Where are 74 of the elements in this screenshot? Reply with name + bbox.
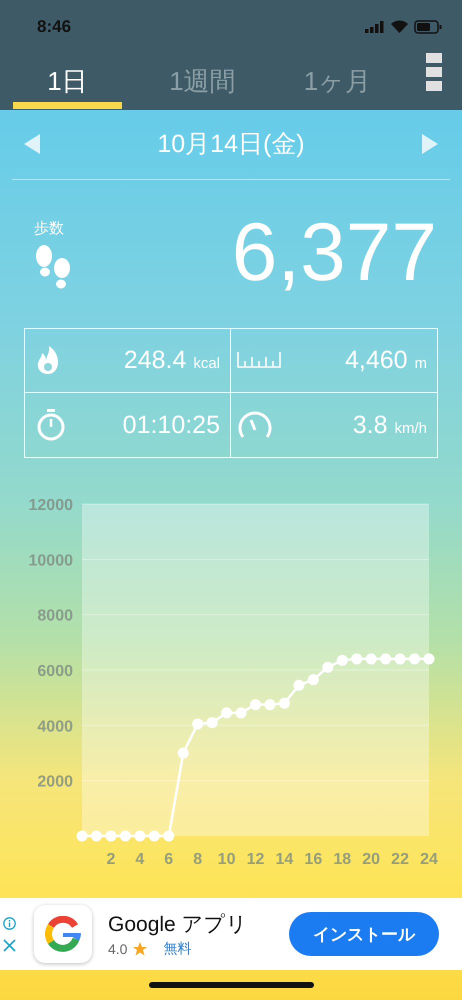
step-count: 6,377 — [232, 206, 437, 300]
speedometer-icon — [237, 411, 273, 440]
data-point — [278, 698, 290, 709]
data-point — [105, 830, 116, 842]
axis-label: 2 — [106, 851, 116, 868]
stat-value: 248.4 kcal — [124, 346, 220, 375]
home-indicator[interactable] — [148, 982, 314, 988]
data-point — [394, 654, 406, 665]
axis-label: 2000 — [37, 774, 73, 791]
data-point — [192, 718, 204, 730]
data-point — [120, 830, 131, 842]
axis-label: 10 — [218, 851, 236, 868]
axis-label: 14 — [276, 851, 294, 868]
ad-title: Google アプリ — [108, 912, 248, 938]
axis-label: 10000 — [28, 552, 73, 570]
signal-icon — [365, 21, 385, 33]
data-point — [76, 830, 88, 842]
stat-value: 3.8 km/h — [352, 410, 427, 440]
data-point — [250, 699, 261, 710]
data-point — [221, 708, 232, 719]
previous-arrow-icon[interactable] — [24, 134, 40, 154]
ruler-icon — [237, 352, 281, 368]
axis-label: 12000 — [28, 497, 73, 514]
axis-label: 12 — [246, 851, 264, 868]
data-point — [90, 830, 102, 842]
data-point — [424, 654, 434, 665]
next-arrow-icon[interactable] — [422, 134, 438, 154]
data-point — [409, 654, 420, 665]
footsteps-icon — [34, 244, 72, 290]
axis-label: 24 — [420, 851, 438, 868]
data-point — [380, 654, 392, 665]
price-label: 無料 — [163, 940, 192, 958]
data-point — [351, 654, 362, 665]
data-point — [178, 748, 189, 759]
axis-label: 22 — [391, 851, 409, 868]
data-point — [148, 830, 160, 842]
data-point — [336, 655, 348, 666]
data-point — [264, 699, 276, 710]
data-point — [206, 717, 218, 728]
axis-label: 6 — [164, 851, 174, 868]
data-point — [236, 708, 247, 719]
axis-label: 16 — [304, 851, 322, 868]
data-point — [134, 830, 146, 842]
data-point — [163, 830, 174, 842]
app-logo-icon — [45, 916, 81, 952]
axis-label: 20 — [362, 851, 380, 868]
flame-icon — [37, 346, 59, 374]
tab[interactable]: 1ヶ月 — [283, 49, 392, 110]
date-label: 10月14日(金) — [157, 129, 305, 160]
info-icon[interactable] — [3, 916, 16, 930]
axis-label: 8 — [193, 851, 202, 868]
stat-value: 4,460 m — [344, 346, 427, 375]
star-icon — [133, 942, 148, 956]
rating: 4.0 — [108, 941, 128, 958]
stopwatch-icon — [37, 409, 65, 442]
steps-label: 歩数 — [34, 218, 65, 238]
data-point — [322, 662, 334, 673]
menu-icon[interactable] — [426, 53, 442, 92]
data-point — [366, 654, 377, 665]
axis-label: 6000 — [37, 663, 73, 680]
axis-label: 4000 — [37, 718, 73, 736]
axis-label: 8000 — [37, 608, 73, 625]
close-icon[interactable] — [3, 938, 16, 952]
data-point — [308, 674, 319, 686]
wifi-icon — [391, 20, 408, 33]
data-point — [293, 680, 304, 691]
battery-icon — [414, 20, 442, 34]
stat-value: 01:10:25 — [122, 410, 220, 440]
status-time: 8:46 — [37, 17, 72, 37]
axis-label: 4 — [135, 851, 144, 868]
tab[interactable]: 1週間 — [148, 49, 257, 110]
axis-label: 18 — [333, 851, 352, 868]
tab[interactable]: 1日 — [13, 49, 122, 110]
install-button[interactable]: インストール — [289, 912, 439, 956]
